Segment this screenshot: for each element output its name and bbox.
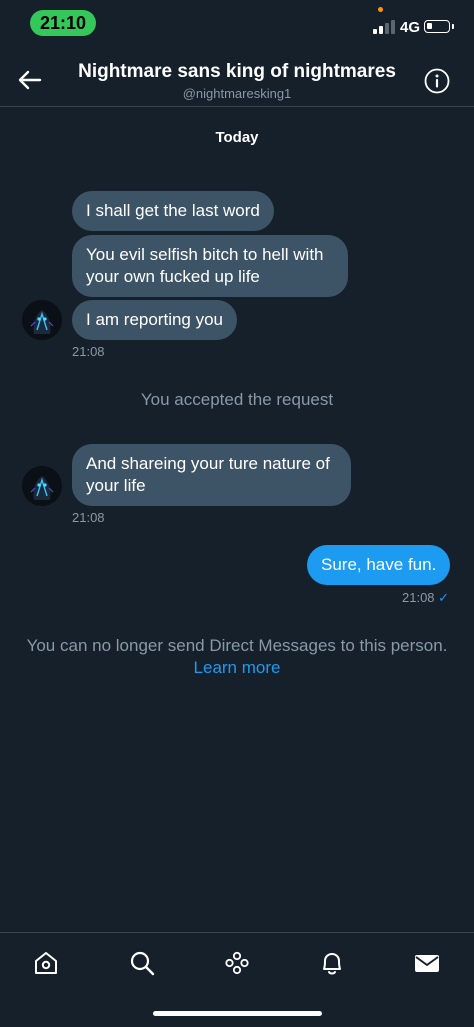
conversation-title[interactable]: Nightmare sans king of nightmares <box>60 61 414 83</box>
avatar[interactable] <box>22 300 62 340</box>
mic-indicator-dot <box>378 7 383 12</box>
checkmark-icon: ✓ <box>438 590 450 605</box>
search-icon[interactable] <box>122 943 162 983</box>
learn-more-link[interactable]: Learn more <box>0 657 474 679</box>
timestamp-text: 21:08 <box>402 590 435 605</box>
message-line: your own fucked up life <box>86 267 260 286</box>
info-icon[interactable] <box>424 68 450 94</box>
message-bubble[interactable]: And shareing your ture nature of your li… <box>72 444 351 506</box>
messages-icon[interactable] <box>407 943 447 983</box>
signal-icon <box>373 20 397 34</box>
home-icon[interactable] <box>26 943 66 983</box>
message-bubble[interactable]: You evil selfish bitch to hell with your… <box>72 235 348 297</box>
message-timestamp: 21:08 <box>72 344 105 359</box>
home-indicator <box>153 1011 322 1016</box>
message-bubble[interactable]: I shall get the last word <box>72 191 274 231</box>
status-time: 21:10 <box>30 10 96 36</box>
battery-icon <box>424 20 454 33</box>
message-line: You evil selfish bitch to hell with <box>86 245 324 264</box>
conversation-header: Nightmare sans king of nightmares @night… <box>0 52 474 107</box>
arrow-left-icon[interactable] <box>14 64 46 96</box>
outgoing-timestamp: 21:08 ✓ <box>402 590 449 606</box>
avatar[interactable] <box>22 466 62 506</box>
conversation-handle[interactable]: @nightmaresking1 <box>60 86 414 101</box>
message-timestamp: 21:08 <box>72 510 105 525</box>
status-bar: 21:10 4G <box>0 0 474 52</box>
notice-text: You can no longer send Direct Messages t… <box>26 636 448 655</box>
notifications-icon[interactable] <box>312 943 352 983</box>
system-message: You accepted the request <box>140 390 334 409</box>
spaces-icon[interactable] <box>217 943 257 983</box>
date-divider: Today <box>215 129 259 146</box>
network-type: 4G <box>400 19 421 36</box>
dm-restriction-notice: You can no longer send Direct Messages t… <box>0 635 474 679</box>
message-bubble[interactable]: I am reporting you <box>72 300 238 340</box>
message-line: your life <box>86 476 146 495</box>
outgoing-message-bubble[interactable]: Sure, have fun. <box>307 545 451 585</box>
message-line: And shareing your ture nature of <box>86 454 330 473</box>
